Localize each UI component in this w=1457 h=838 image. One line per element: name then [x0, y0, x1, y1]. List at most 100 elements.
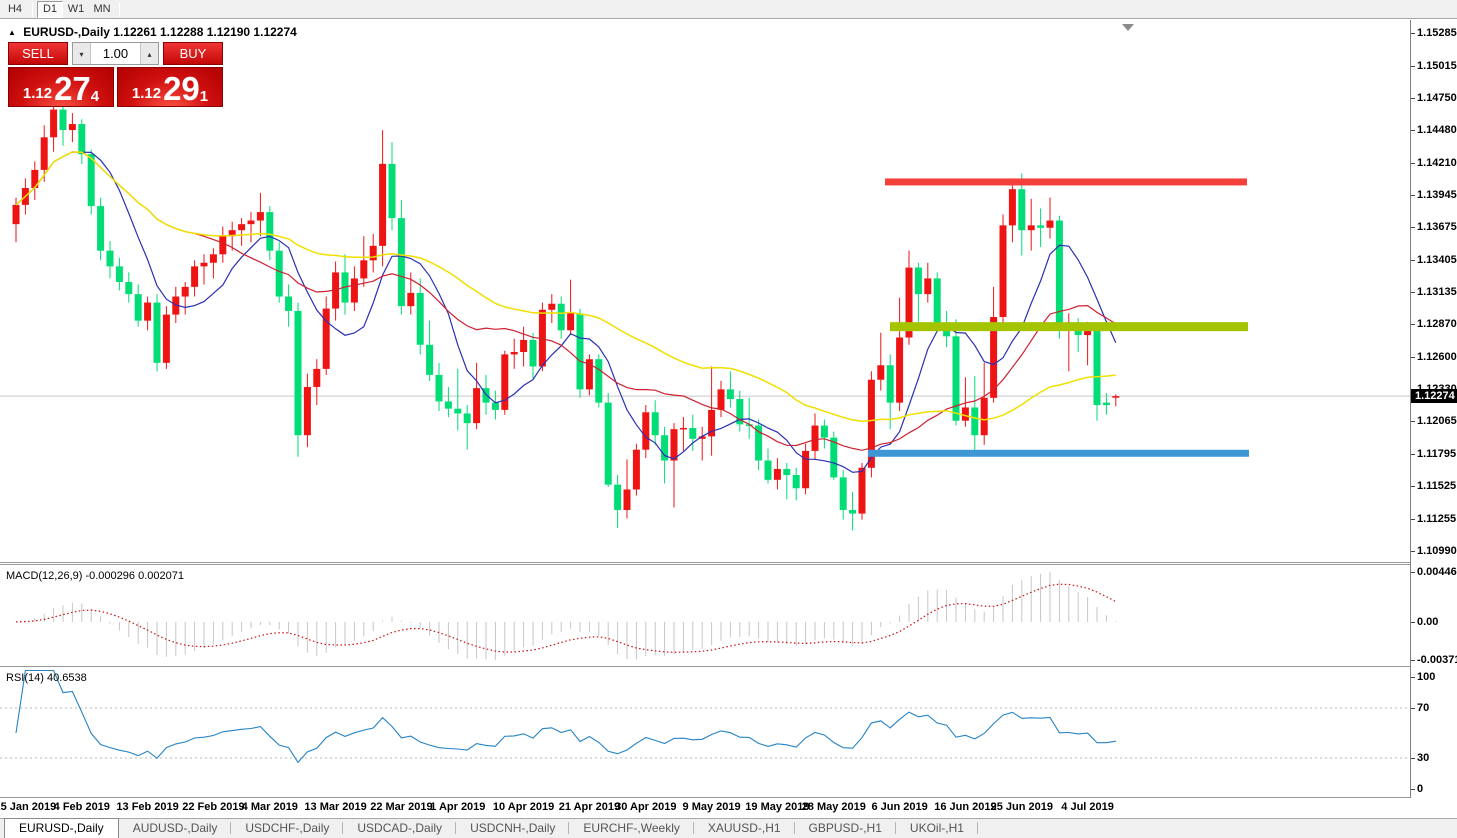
- candle-body: [652, 412, 659, 435]
- candle-body: [135, 294, 142, 321]
- candle-body: [285, 297, 292, 311]
- rsi-axis-label: 0: [1417, 783, 1423, 795]
- candle-body: [1028, 225, 1035, 230]
- candle-body: [981, 398, 988, 435]
- chart-tab-usdcnh[interactable]: USDCNH-,Daily: [456, 819, 569, 838]
- price-axis-label: 1.13675: [1417, 221, 1457, 233]
- axis-tick: [1411, 98, 1415, 99]
- support-line[interactable]: [868, 450, 1249, 457]
- sell-price-main: 27: [54, 74, 91, 104]
- price-axis-label: 1.11255: [1417, 513, 1456, 525]
- axis-tick: [1411, 660, 1415, 661]
- candle-body: [783, 469, 790, 475]
- date-axis-label: 19 May 2019: [745, 801, 809, 813]
- candle-body: [201, 263, 208, 267]
- price-axis-label: 1.13135: [1417, 286, 1457, 298]
- candle-body: [360, 260, 367, 278]
- date-axis-label: 13 Mar 2019: [304, 801, 366, 813]
- candle-body: [953, 336, 960, 420]
- price-axis-label: 1.14480: [1417, 124, 1457, 136]
- macd-pane[interactable]: [0, 565, 1410, 666]
- candle-body: [97, 206, 104, 251]
- chart-tab-eurusd[interactable]: EURUSD-,Daily: [4, 818, 119, 838]
- candle-body: [774, 469, 781, 480]
- candle-body: [163, 315, 170, 363]
- candle-body: [840, 477, 847, 510]
- chart-tab-xauusd[interactable]: XAUUSD-,H1: [694, 819, 795, 838]
- mid-line[interactable]: [890, 322, 1248, 331]
- axis-tick: [1411, 130, 1415, 131]
- macd-axis-label: -0.003715: [1417, 654, 1457, 666]
- axis-tick: [1411, 454, 1415, 455]
- candle-body: [370, 246, 377, 260]
- rsi-label: RSI(14) 40.6538: [6, 672, 87, 684]
- axis-tick: [1411, 421, 1415, 422]
- buy-price-pip: 1: [200, 90, 208, 104]
- candle-body: [219, 236, 226, 254]
- resistance-line[interactable]: [885, 178, 1247, 185]
- candle-body: [436, 375, 443, 402]
- timeframe-button-h4[interactable]: H4: [2, 1, 28, 18]
- candle-body: [389, 164, 396, 218]
- volume-input[interactable]: [91, 43, 140, 64]
- candle-body: [548, 304, 555, 310]
- candle-body: [924, 278, 931, 294]
- price-axis[interactable]: 1.152851.150151.147501.144801.142101.139…: [1410, 20, 1457, 798]
- price-axis-label: 1.12870: [1417, 318, 1457, 330]
- date-axis-label: 6 Jun 2019: [871, 801, 927, 813]
- axis-tick: [1411, 260, 1415, 261]
- timeframe-button-d1[interactable]: D1: [37, 1, 63, 18]
- sell-price-prefix: 1.12: [23, 84, 52, 104]
- symbol-name: EURUSD-,Daily: [23, 25, 110, 39]
- price-axis-label: 1.10990: [1417, 545, 1457, 557]
- price-axis-label: 1.11525: [1417, 480, 1456, 492]
- buy-price-main: 29: [163, 74, 200, 104]
- chart-tab-audusd[interactable]: AUDUSD-,Daily: [119, 819, 232, 838]
- sell-button[interactable]: SELL: [8, 42, 68, 65]
- axis-tick: [1411, 789, 1415, 790]
- volume-decrease-icon[interactable]: ▾: [73, 43, 91, 64]
- candle-body: [812, 426, 819, 451]
- buy-price-button[interactable]: 1.12 29 1: [117, 67, 223, 107]
- candle-body: [962, 407, 969, 420]
- candle-body: [266, 212, 273, 251]
- candle-body: [793, 475, 800, 488]
- price-axis-label: 1.12600: [1417, 351, 1457, 363]
- volume-stepper: ▾ ▴: [72, 42, 159, 65]
- timeframe-button-w1[interactable]: W1: [63, 1, 89, 18]
- volume-increase-icon[interactable]: ▴: [140, 43, 158, 64]
- chart-tab-ukoil[interactable]: UKOil-,H1: [896, 819, 978, 838]
- chart-shift-marker-icon[interactable]: [1122, 24, 1134, 31]
- candle-body: [351, 278, 358, 302]
- price-axis-label: 1.12065: [1417, 415, 1457, 427]
- axis-tick: [1411, 551, 1415, 552]
- candle-body: [689, 428, 696, 439]
- toolbar-separator: [119, 2, 120, 17]
- buy-button[interactable]: BUY: [163, 42, 223, 65]
- date-axis-label: 22 Feb 2019: [182, 801, 244, 813]
- date-axis[interactable]: 25 Jan 20194 Feb 201913 Feb 201922 Feb 2…: [0, 798, 1410, 818]
- chart-tab-usdcad[interactable]: USDCAD-,Daily: [343, 819, 456, 838]
- candle-body: [642, 412, 649, 449]
- sell-price-button[interactable]: 1.12 27 4: [8, 67, 114, 107]
- timeframe-button-mn[interactable]: MN: [89, 1, 115, 18]
- candle-body: [1047, 221, 1054, 228]
- candle-body: [530, 340, 537, 367]
- chart-tab-eurchf[interactable]: EURCHF-,Weekly: [569, 819, 693, 838]
- macd-label: MACD(12,26,9) -0.000296 0.002071: [6, 570, 184, 582]
- candle-body: [107, 251, 114, 267]
- candle-body: [1037, 225, 1044, 227]
- sell-price-pip: 4: [91, 90, 99, 104]
- candle-body: [182, 287, 189, 297]
- axis-tick: [1411, 357, 1415, 358]
- candle-body: [304, 387, 311, 435]
- chart-tab-usdchf[interactable]: USDCHF-,Daily: [231, 819, 343, 838]
- candle-body: [13, 205, 20, 224]
- candle-body: [191, 266, 198, 287]
- collapse-icon[interactable]: ▲: [8, 28, 16, 37]
- candle-body: [624, 489, 631, 510]
- rsi-pane[interactable]: [0, 667, 1410, 797]
- price-axis-label: 1.14210: [1417, 157, 1457, 169]
- chart-tab-gbpusd[interactable]: GBPUSD-,H1: [795, 819, 896, 838]
- trading-app-window: H4 D1W1MN MACD(12,26,9) -0.000296 0.00207…: [0, 0, 1457, 838]
